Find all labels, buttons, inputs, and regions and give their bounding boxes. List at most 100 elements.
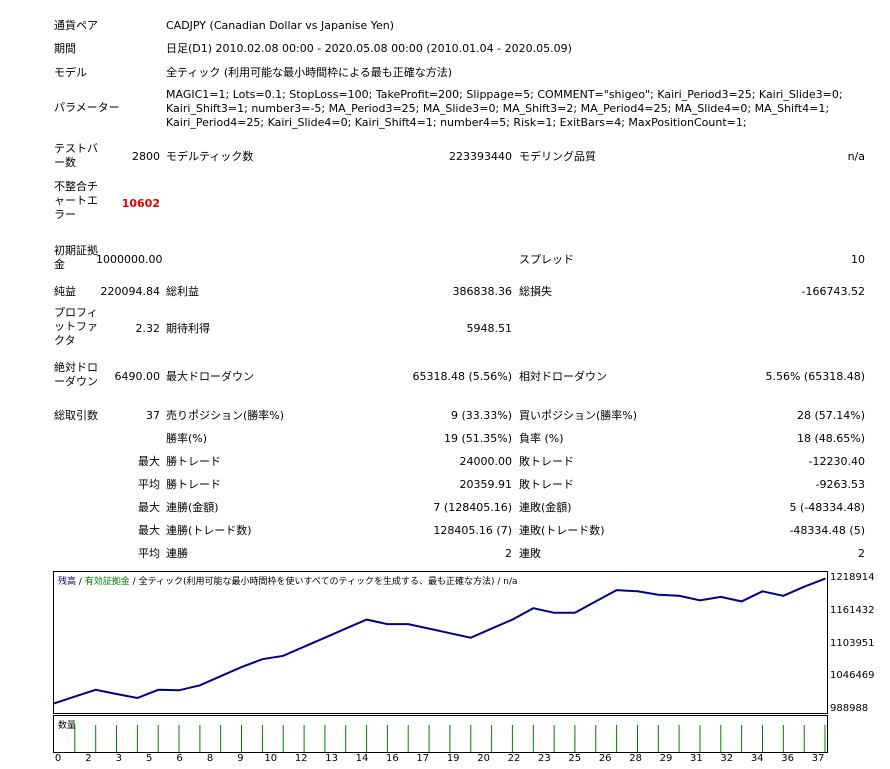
- volume-bar: [470, 725, 472, 752]
- label-largest-loss-trade: 敗トレード: [519, 455, 574, 468]
- label-gross-loss: 総損失: [519, 285, 552, 298]
- value-maximal-drawdown: 65318.48 (5.56%): [412, 370, 512, 383]
- x-tick-label: 25: [568, 753, 582, 764]
- x-tick-label: 34: [750, 753, 764, 764]
- value-gross-loss: -166743.52: [801, 285, 865, 298]
- volume-bar: [657, 725, 659, 752]
- value-short-positions: 9 (33.33%): [450, 409, 512, 422]
- balance-point: [365, 618, 368, 621]
- volume-bar: [386, 725, 388, 752]
- value-largest-profit-trade: 24000.00: [459, 455, 513, 468]
- balance-chart: 残高 / 有効証拠金 / 全ティック(利用可能な最小時間枠を使いすべてのティック…: [53, 571, 828, 714]
- volume-bar: [449, 725, 451, 752]
- volume-bar: [616, 725, 618, 752]
- x-tick-label: 0: [54, 753, 62, 764]
- balance-point: [553, 612, 555, 614]
- volume-bar: [116, 725, 117, 752]
- y-tick-label: 988988: [830, 702, 869, 714]
- balance-point: [407, 623, 410, 625]
- balance-point: [386, 623, 389, 625]
- y-tick-label: 1103951: [830, 637, 875, 649]
- balance-point: [94, 689, 97, 691]
- y-tick-label: 1218914: [830, 572, 875, 584]
- volume-chart-plot: [74, 725, 826, 752]
- label-profit-factor: プロフィットファクタ: [54, 306, 98, 347]
- value-bars: 2800: [132, 150, 160, 163]
- x-tick-label: 6: [176, 753, 183, 764]
- label-average-consecutive-wins: 連勝: [166, 547, 188, 560]
- value-relative-drawdown: 5.56% (65318.48): [765, 370, 865, 383]
- volume-bar: [428, 725, 430, 752]
- value-profit-factor: 2.32: [135, 322, 161, 335]
- value-model: 全ティック (利用可能な最小時間枠による最も正確な方法): [166, 66, 453, 79]
- volume-bar: [220, 725, 222, 752]
- label-average-loss-trade: 敗トレード: [519, 478, 574, 491]
- balance-point: [324, 636, 326, 639]
- value-symbol: CADJPY (Canadian Dollar vs Japanise Yen): [166, 19, 395, 32]
- x-tick-label: 2: [85, 753, 92, 764]
- x-tick-label: 28: [629, 753, 642, 764]
- label-net-profit: 純益: [54, 285, 76, 298]
- value-deposit: 1000000.00: [96, 253, 163, 266]
- balance-point: [428, 627, 430, 630]
- volume-bar: [324, 725, 326, 752]
- volume-chart: 数量: [53, 715, 828, 753]
- label-maximal-drawdown: 最大ドローダウン: [166, 370, 254, 383]
- value-max-consecutive-profit: 128405.16 (7): [433, 524, 512, 537]
- label-period: 期間: [54, 42, 76, 55]
- balance-point: [761, 590, 764, 593]
- label-short-positions: 売りポジション(勝率%): [166, 409, 285, 422]
- x-tick-label: 36: [781, 753, 794, 764]
- x-tick-label: 10: [264, 753, 278, 764]
- volume-bar: [595, 725, 597, 752]
- balance-point: [511, 618, 514, 621]
- volume-bar: [261, 725, 263, 752]
- label-parameters: パラメーター: [54, 101, 120, 114]
- volume-bar: [136, 725, 138, 752]
- value-average-consecutive-losses: 2: [858, 547, 865, 560]
- value-mismatch: 10602: [121, 197, 160, 210]
- balance-point: [303, 645, 305, 648]
- label-quality: モデリング品質: [519, 150, 596, 163]
- balance-point: [657, 593, 660, 596]
- label-ticks: モデルティック数: [166, 150, 254, 163]
- volume-bar: [782, 725, 784, 752]
- x-tick-label: 9: [237, 753, 244, 764]
- balance-point: [636, 590, 639, 593]
- value-average-consecutive-wins: 2: [505, 547, 512, 560]
- value-parameters: MAGIC1=1; Lots=0.1; StopLoss=100; TakePr…: [166, 88, 843, 129]
- label-bars: テストバー数: [54, 142, 98, 169]
- value-average-loss-trade: -9263.53: [815, 478, 865, 491]
- x-tick-label: 29: [659, 753, 673, 764]
- balance-point: [136, 697, 139, 699]
- label-max-consecutive-profit: 連勝(トレード数): [166, 524, 252, 537]
- balance-point: [261, 658, 264, 660]
- value-largest-loss-trade: -12230.40: [808, 455, 865, 468]
- value-total-trades: 37: [146, 409, 160, 422]
- label-average-consecutive-losses: 連敗: [519, 547, 541, 560]
- balance-point: [824, 577, 826, 580]
- value-expected-payoff: 5948.51: [466, 322, 513, 335]
- balance-point: [470, 636, 472, 639]
- balance-point: [449, 632, 451, 634]
- volume-bar: [741, 725, 743, 752]
- balance-point: [74, 695, 76, 698]
- balance-point: [782, 595, 785, 597]
- volume-bar: [178, 725, 180, 752]
- label-long-positions: 買いポジション(勝率%): [519, 409, 638, 422]
- balance-point: [720, 596, 722, 598]
- x-tick-label: 8: [206, 753, 214, 764]
- volume-bar: [366, 725, 368, 752]
- balance-chart-plot: [54, 577, 826, 705]
- volume-bar: [553, 725, 555, 752]
- value-spread: 10: [851, 253, 865, 266]
- value-absolute-drawdown: 6490.00: [114, 370, 161, 383]
- x-tick-label: 3: [115, 753, 122, 764]
- balance-point: [282, 655, 284, 657]
- label-max-consecutive-losses: 連敗(金額): [519, 501, 572, 514]
- volume-bar: [74, 725, 76, 752]
- balance-line: [54, 577, 826, 705]
- balance-point: [115, 693, 118, 695]
- label-symbol: 通貨ペア: [54, 19, 98, 32]
- label-average-profit-trade: 勝トレード: [166, 478, 221, 491]
